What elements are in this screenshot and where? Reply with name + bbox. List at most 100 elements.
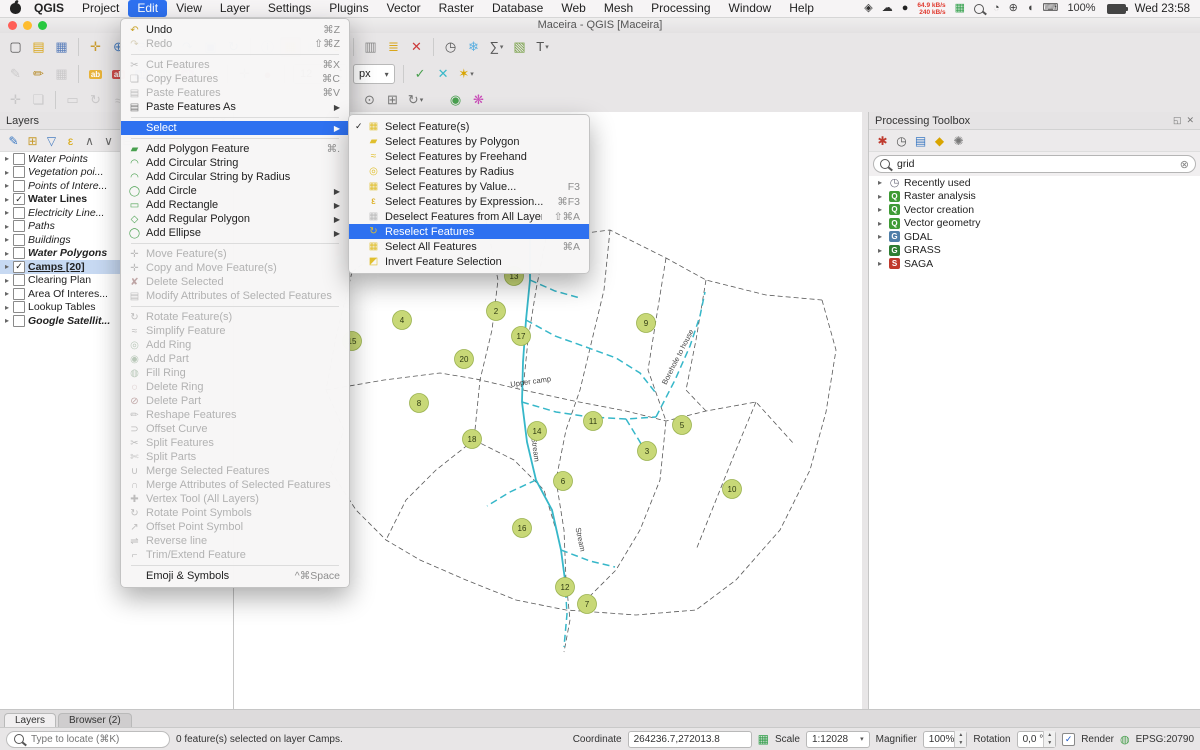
menu-item-paste-features[interactable]: ▤Paste Features⌘V: [121, 86, 349, 100]
cad-cancel-icon[interactable]: ✕: [433, 64, 454, 84]
processing-search-input[interactable]: [895, 157, 1175, 171]
expand-arrow-icon[interactable]: ▸: [2, 208, 12, 217]
label-auto-icon[interactable]: ab: [85, 64, 106, 84]
menubar-item-layer[interactable]: Layer: [211, 0, 259, 17]
menu-item-cut-features[interactable]: ✂Cut Features⌘X: [121, 58, 349, 72]
open-project-icon[interactable]: ▤: [28, 37, 49, 57]
menu-item-split-parts[interactable]: ✄Split Parts: [121, 450, 349, 464]
options-icon[interactable]: ✺: [949, 132, 968, 150]
camp-marker[interactable]: 2: [487, 302, 506, 321]
attribute-table-icon[interactable]: ▥: [360, 37, 381, 57]
expand-arrow-icon[interactable]: ▸: [875, 219, 885, 228]
layer-checkbox[interactable]: [13, 234, 25, 246]
processing-zoom-icon[interactable]: ◉: [445, 90, 466, 110]
menu-item-emoji-symbols[interactable]: Emoji & Symbols^⌘Space: [121, 569, 349, 583]
layer-checkbox[interactable]: [13, 274, 25, 286]
apple-menu-icon[interactable]: [10, 3, 21, 14]
minimize-window-button[interactable]: [23, 21, 32, 30]
menu-item-select-features-by-expression[interactable]: εSelect Features by Expression...⌘F3: [349, 194, 589, 209]
expand-arrow-icon[interactable]: ▸: [2, 168, 12, 177]
menu-item-add-circular-string-by-radius[interactable]: ◠Add Circular String by Radius: [121, 170, 349, 184]
menu-item-offset-point-symbol[interactable]: ↗Offset Point Symbol: [121, 520, 349, 534]
net-speed-indicator[interactable]: 64.9 kB/s240 kB/s: [917, 2, 945, 16]
menubar-item-web[interactable]: Web: [552, 0, 594, 17]
layer-checkbox[interactable]: [13, 207, 25, 219]
expand-arrow-icon[interactable]: ▸: [2, 195, 12, 204]
scale-combo[interactable]: 1:12028▾: [806, 731, 870, 748]
menu-item-add-polygon-feature[interactable]: ▰Add Polygon Feature⌘.: [121, 142, 349, 156]
expand-arrow-icon[interactable]: ▸: [2, 303, 12, 312]
timemachine-icon[interactable]: ◔: [993, 0, 1000, 17]
close-window-button[interactable]: [8, 21, 17, 30]
menu-item-add-circular-string[interactable]: ◠Add Circular String: [121, 156, 349, 170]
start-model-icon[interactable]: ✱: [873, 132, 892, 150]
expand-arrow-icon[interactable]: ▸: [875, 178, 885, 187]
menu-item-select-all-features[interactable]: ▦Select All Features⌘A: [349, 239, 589, 254]
cloud-icon[interactable]: ☁: [882, 0, 893, 17]
move-features-icon[interactable]: ✛: [5, 90, 26, 110]
processing-group-row[interactable]: ▸GGRASS: [869, 244, 1200, 258]
save-edits-icon[interactable]: ▦: [51, 64, 72, 84]
menu-item-rotate-feature-s[interactable]: ↻Rotate Feature(s): [121, 310, 349, 324]
menu-item-modify-attributes-of-selected-features[interactable]: ▤Modify Attributes of Selected Features: [121, 289, 349, 303]
processing-group-row[interactable]: ▸QVector geometry: [869, 217, 1200, 231]
menulet-icon[interactable]: ◈: [864, 0, 872, 17]
menubar-item-vector[interactable]: Vector: [378, 0, 430, 17]
expand-arrow-icon[interactable]: ▸: [875, 205, 885, 214]
menubar-item-database[interactable]: Database: [483, 0, 552, 17]
expand-arrow-icon[interactable]: ▸: [2, 235, 12, 244]
menu-item-delete-ring[interactable]: ◌Delete Ring: [121, 380, 349, 394]
menubar-item-mesh[interactable]: Mesh: [595, 0, 642, 17]
menu-item-add-ring[interactable]: ◎Add Ring: [121, 338, 349, 352]
model-designer-icon[interactable]: ❋: [468, 90, 489, 110]
layer-checkbox[interactable]: [13, 180, 25, 192]
layer-checkbox[interactable]: [13, 166, 25, 178]
menu-item-add-circle[interactable]: ◯Add Circle▶: [121, 184, 349, 198]
menubar-item-plugins[interactable]: Plugins: [320, 0, 377, 17]
menu-item-select-features-by-value[interactable]: ▦Select Features by Value...F3: [349, 179, 589, 194]
text-annotation-icon[interactable]: T▾: [532, 37, 553, 57]
camp-marker[interactable]: 6: [554, 472, 573, 491]
expand-arrow-icon[interactable]: ▸: [2, 181, 12, 190]
circle-menulet-icon[interactable]: ●: [902, 0, 909, 17]
collapse-tree-icon[interactable]: ∨: [99, 132, 118, 150]
spotlight-icon[interactable]: [974, 4, 984, 14]
coordinate-input[interactable]: 264236.7,272013.8: [628, 731, 752, 748]
menubar-item-processing[interactable]: Processing: [642, 0, 719, 17]
menubar-item-window[interactable]: Window: [720, 0, 781, 17]
processing-group-row[interactable]: ▸GGDAL: [869, 230, 1200, 244]
camp-marker[interactable]: 3: [638, 442, 657, 461]
tab-layers[interactable]: Layers: [4, 713, 56, 728]
layer-checkbox[interactable]: [13, 288, 25, 300]
layer-checkbox[interactable]: [13, 301, 25, 313]
magnifier-spinbox[interactable]: 100%▲▼: [923, 731, 968, 748]
menu-item-split-features[interactable]: ✂Split Features: [121, 436, 349, 450]
processing-group-row[interactable]: ▸QVector creation: [869, 203, 1200, 217]
star-tool-icon[interactable]: ✶▾: [456, 64, 477, 84]
expand-tree-icon[interactable]: ∧: [80, 132, 99, 150]
camp-marker[interactable]: 18: [463, 430, 482, 449]
menu-item-select-feature-s[interactable]: ✓▦Select Feature(s): [349, 119, 589, 134]
menu-item-redo[interactable]: ↷Redo⇧⌘Z: [121, 37, 349, 51]
camp-marker[interactable]: 20: [455, 350, 474, 369]
stats-menulet-icon[interactable]: ▦: [955, 0, 965, 17]
tab-browser-2-[interactable]: Browser (2): [58, 713, 132, 728]
keyboard-icon[interactable]: ⌨: [1043, 0, 1059, 17]
menu-item-add-part[interactable]: ◉Add Part: [121, 352, 349, 366]
clear-search-icon[interactable]: ⊗: [1180, 158, 1189, 171]
filter-legend-icon[interactable]: ▽: [42, 132, 61, 150]
menu-item-add-ellipse[interactable]: ◯Add Ellipse▶: [121, 226, 349, 240]
camp-marker[interactable]: 12: [556, 578, 575, 597]
new-project-icon[interactable]: ▢: [5, 37, 26, 57]
remove-layer-icon[interactable]: ✕: [406, 37, 427, 57]
processing-group-row[interactable]: ▸SSAGA: [869, 257, 1200, 271]
expand-arrow-icon[interactable]: ▸: [2, 262, 12, 271]
camp-marker[interactable]: 7: [578, 595, 597, 614]
menubar-item-raster[interactable]: Raster: [430, 0, 483, 17]
styling-panel-icon[interactable]: ✎: [4, 132, 23, 150]
statistics-icon[interactable]: ∑▾: [486, 37, 507, 57]
float-panel-icon[interactable]: ◱: [1173, 115, 1182, 126]
processing-group-row[interactable]: ▸QRaster analysis: [869, 190, 1200, 204]
layer-checkbox[interactable]: [13, 220, 25, 232]
add-layer-icon[interactable]: ≣: [383, 37, 404, 57]
